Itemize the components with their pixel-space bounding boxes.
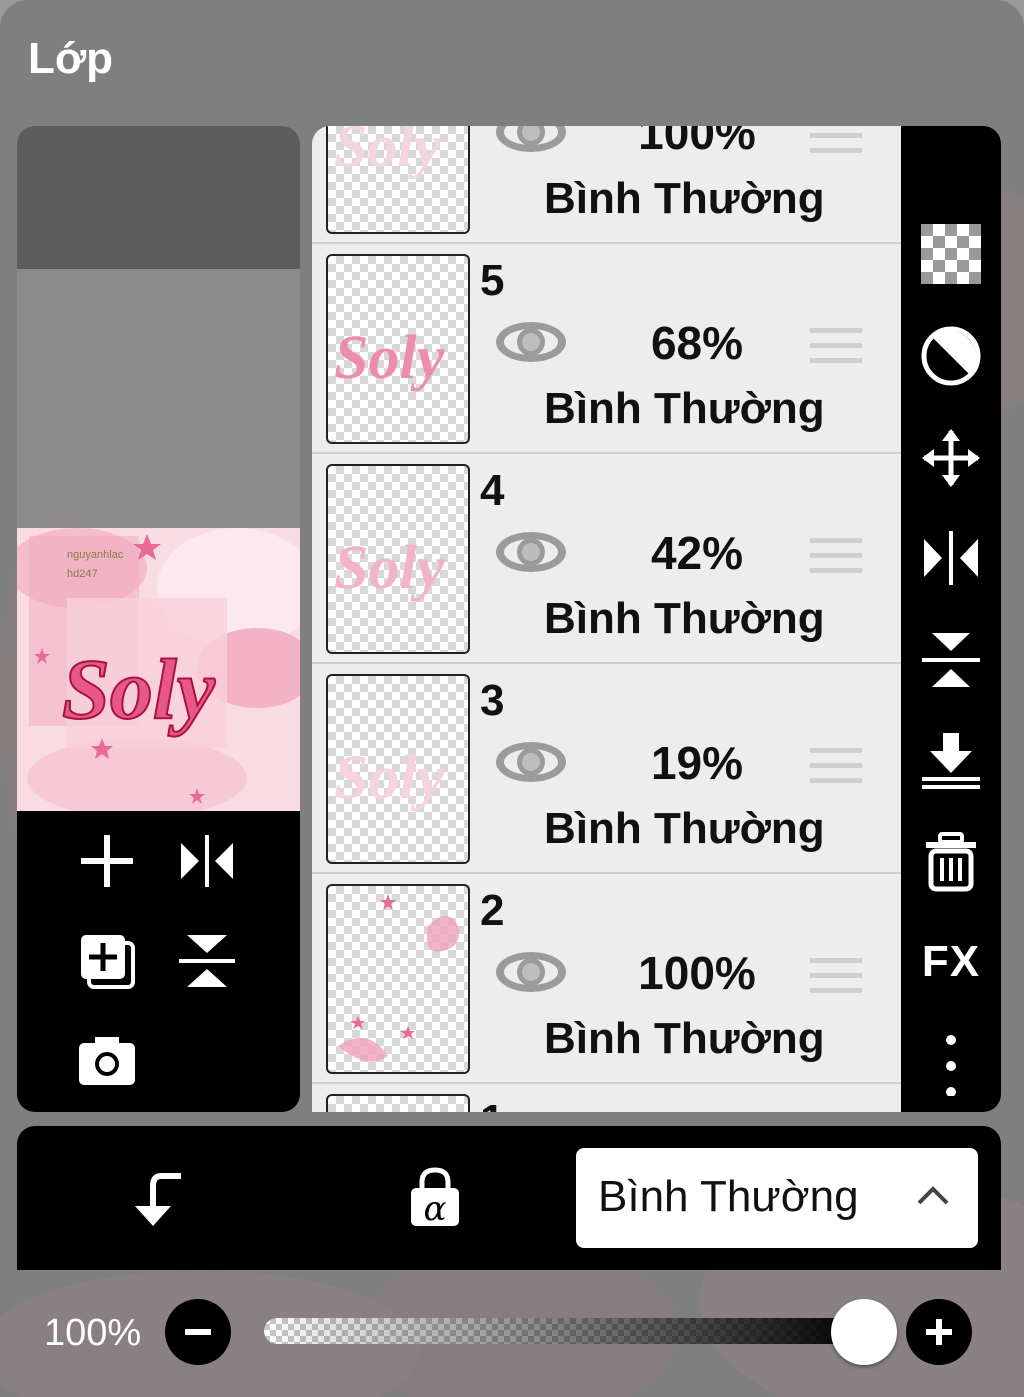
drag-handle-icon[interactable] xyxy=(810,126,862,158)
bottom-bar: α Bình Thường xyxy=(17,1126,1001,1270)
transparency-icon[interactable] xyxy=(915,218,987,290)
layer-blend-mode: Bình Thường xyxy=(544,384,825,433)
layer-thumbnail[interactable]: Soly xyxy=(326,254,470,444)
minus-icon xyxy=(185,1329,211,1335)
layer-thumbnail[interactable]: Soly xyxy=(326,464,470,654)
opacity-value-label: 100% xyxy=(44,1312,142,1354)
drag-handle-icon[interactable] xyxy=(810,954,862,998)
opacity-slider-thumb[interactable] xyxy=(831,1299,897,1365)
alpha-lock-icon[interactable]: α xyxy=(395,1158,475,1238)
visibility-eye-icon[interactable] xyxy=(494,738,568,786)
layer-blend-mode: Bình Thường xyxy=(544,1014,825,1063)
right-tool-bar: FX xyxy=(901,126,1001,1112)
flip-horizontal-icon[interactable] xyxy=(171,825,243,897)
layer-number: 2 xyxy=(480,886,505,935)
layer-blend-mode: Bình Thường xyxy=(544,594,825,643)
layer-thumbnail[interactable] xyxy=(326,1094,470,1112)
blend-mode-select[interactable]: Bình Thường xyxy=(576,1148,978,1248)
layer-number: 4 xyxy=(480,466,505,515)
trash-icon[interactable] xyxy=(915,826,987,898)
svg-text:nguyanhlac: nguyanhlac xyxy=(67,549,124,561)
svg-text:Soly: Soly xyxy=(334,126,441,179)
svg-text:Soly: Soly xyxy=(62,641,216,737)
layer-opacity[interactable]: 19% xyxy=(602,736,792,790)
layer-row[interactable]: Soly 5 68% Bình Thường xyxy=(312,244,901,454)
merge-down-icon[interactable] xyxy=(915,724,987,796)
layer-blend-mode: Bình Thường xyxy=(544,804,825,853)
fx-button[interactable]: FX xyxy=(915,926,987,998)
canvas-preview[interactable]: nguyanhlac hd247 Soly xyxy=(17,528,300,811)
visibility-eye-icon[interactable] xyxy=(494,948,568,996)
svg-text:Soly: Soly xyxy=(334,324,445,392)
opacity-decrease-button[interactable] xyxy=(165,1299,231,1365)
clipping-arrow-icon[interactable] xyxy=(117,1158,197,1238)
visibility-eye-icon[interactable] xyxy=(494,318,568,366)
visibility-eye-icon[interactable] xyxy=(494,126,568,156)
drag-handle-icon[interactable] xyxy=(810,324,862,368)
layer-thumbnail[interactable]: Soly xyxy=(326,126,470,234)
layer-opacity[interactable]: 42% xyxy=(602,526,792,580)
add-layer-icon[interactable] xyxy=(71,825,143,897)
layer-blend-mode: Bình Thường xyxy=(544,174,825,223)
preview-header-area xyxy=(17,126,300,269)
invert-icon[interactable] xyxy=(915,320,987,392)
layer-list[interactable]: Soly 100% Bình Thường Soly 5 68% Bình Th… xyxy=(312,126,901,1112)
chevron-up-icon xyxy=(917,1186,949,1205)
opacity-increase-button[interactable] xyxy=(906,1299,972,1365)
svg-text:Soly: Soly xyxy=(334,744,445,812)
svg-text:α: α xyxy=(424,1189,447,1229)
layer-opacity[interactable]: 100% xyxy=(602,126,792,160)
layer-number: 1 xyxy=(480,1096,504,1112)
left-tools-panel xyxy=(17,811,300,1112)
drag-handle-icon[interactable] xyxy=(810,534,862,578)
preview-background-area xyxy=(17,269,300,528)
camera-icon[interactable] xyxy=(71,1025,143,1097)
layer-row[interactable]: Soly 3 19% Bình Thường xyxy=(312,664,901,874)
flip-vertical-icon[interactable] xyxy=(171,925,243,997)
layer-opacity[interactable]: 68% xyxy=(602,316,792,370)
opacity-slider-fill xyxy=(264,1318,864,1344)
layer-row[interactable]: 2 100% Bình Thường xyxy=(312,874,901,1084)
layer-opacity[interactable]: 100% xyxy=(602,946,792,1000)
layer-thumbnail[interactable] xyxy=(326,884,470,1074)
svg-text:hd247: hd247 xyxy=(67,568,98,580)
duplicate-layer-icon[interactable] xyxy=(71,925,143,997)
layer-number: 5 xyxy=(480,256,505,305)
canvas-preview-art: nguyanhlac hd247 Soly xyxy=(17,528,300,811)
flip-horizontal-icon[interactable] xyxy=(915,522,987,594)
flip-vertical-icon[interactable] xyxy=(915,624,987,696)
svg-text:Soly: Soly xyxy=(334,534,445,602)
drag-handle-icon[interactable] xyxy=(810,744,862,788)
visibility-eye-icon[interactable] xyxy=(494,528,568,576)
panel-title: Lớp xyxy=(28,34,114,83)
more-icon[interactable] xyxy=(915,1028,987,1100)
layer-thumbnail[interactable]: Soly xyxy=(326,674,470,864)
layer-row[interactable]: Soly 4 42% Bình Thường xyxy=(312,454,901,664)
layer-row[interactable]: 1 xyxy=(312,1084,901,1112)
layer-number: 3 xyxy=(480,676,505,725)
layer-row[interactable]: Soly 100% Bình Thường xyxy=(312,126,901,244)
move-icon[interactable] xyxy=(915,422,987,494)
opacity-slider-track[interactable] xyxy=(264,1318,864,1344)
plus-icon xyxy=(926,1319,952,1345)
